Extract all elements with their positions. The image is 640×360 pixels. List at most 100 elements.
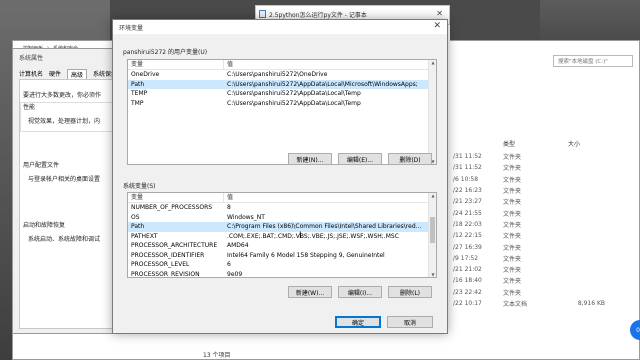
list-item[interactable]: /6 10:58 文件夹: [453, 174, 640, 185]
variable-name: TMP: [131, 99, 144, 107]
user-new-button[interactable]: 新建(N)...: [288, 153, 332, 165]
table-row[interactable]: TMP C:\Users\panshirui5272\AppData\Local\…: [128, 99, 436, 109]
table-header: 变量 值: [128, 60, 436, 70]
variable-name: OS: [131, 213, 140, 221]
file-type: 文件夹: [503, 188, 522, 196]
list-item[interactable]: /16 18:40 文件夹: [453, 275, 640, 286]
file-type: 文本文档: [503, 301, 528, 308]
variable-value: 8: [227, 204, 231, 212]
search-input[interactable]: 搜索"本地磁盘 (C:)": [553, 55, 633, 67]
file-date: /9 17:52: [453, 254, 479, 262]
column-header-variable[interactable]: 变量: [128, 193, 224, 203]
tab-computer-name[interactable]: 计算机名: [19, 69, 43, 79]
profile-label: 用户配置文件: [23, 162, 60, 169]
tab-advanced[interactable]: 高级: [67, 69, 87, 79]
scroll-up-icon[interactable]: ▲: [429, 60, 436, 65]
table-row[interactable]: Path C:\Users\panshirui5272\AppData\Local…: [128, 79, 436, 89]
list-item[interactable]: /18 22:03 文件夹: [453, 219, 640, 230]
system-variables-label: 系统变量(S): [123, 183, 156, 190]
variable-value: AMD64: [227, 242, 249, 250]
list-item[interactable]: /9 17:52 文件夹: [453, 253, 640, 264]
performance-label: 性能: [23, 104, 36, 111]
column-header-value[interactable]: 值: [224, 193, 436, 203]
cancel-button[interactable]: 取消: [387, 316, 433, 328]
list-item[interactable]: /24 21:55 文件夹: [453, 207, 640, 218]
dialog-titlebar[interactable]: 环境变量 ✕: [113, 20, 447, 34]
system-properties-window: 系统属性 计算机名 硬件 高级 系统保护 要进行大多数更改，你必须作 性能 视觉…: [12, 48, 119, 334]
user-delete-button[interactable]: 删除(D): [388, 153, 432, 165]
table-row[interactable]: NUMBER_OF_PROCESSORS 8: [128, 203, 436, 213]
text-cursor-icon: I: [299, 231, 302, 241]
window-title: 系统属性: [19, 55, 44, 62]
list-item[interactable]: /27 16:39 文件夹: [453, 241, 640, 252]
table-row[interactable]: PROCESSOR_ARCHITECTURE AMD64: [128, 241, 436, 251]
column-header-value[interactable]: 值: [224, 60, 436, 70]
system-delete-button[interactable]: 删除(L): [388, 286, 432, 298]
list-item[interactable]: /23 22:42 文件夹: [453, 287, 640, 298]
user-edit-button[interactable]: 编辑(E)...: [338, 153, 382, 165]
file-type: 文件夹: [503, 233, 522, 241]
file-type: 文件夹: [503, 165, 522, 173]
file-type: 文件夹: [503, 154, 522, 162]
file-type: 文件夹: [503, 221, 522, 229]
file-date: /31 11:52: [453, 153, 482, 161]
file-date: /23 22:42: [453, 288, 482, 296]
list-item[interactable]: /21 21:02 文件夹: [453, 264, 640, 275]
variable-name: PATHEXT: [131, 232, 158, 240]
system-edit-button[interactable]: 编辑(I)...: [338, 286, 382, 298]
table-row[interactable]: PROCESSOR_LEVEL 6: [128, 260, 436, 270]
table-row[interactable]: TEMP C:\Users\panshirui5272\AppData\Local…: [128, 89, 436, 99]
file-type: 文件夹: [503, 244, 522, 252]
notepad-icon: [259, 10, 266, 18]
scroll-down-icon[interactable]: ▼: [429, 272, 436, 277]
list-item[interactable]: /12 22:15 文件夹: [453, 230, 640, 241]
tab-hardware[interactable]: 硬件: [49, 69, 61, 79]
column-header-size[interactable]: 大小: [568, 139, 580, 148]
list-item[interactable]: /22 10:17 文本文档 8,916 KB: [453, 298, 640, 309]
variable-value: C:\Program Files (x86)\Common Files\Inte…: [227, 223, 422, 231]
table-row[interactable]: Path C:\Program Files (x86)\Common Files\…: [128, 222, 436, 232]
table-row[interactable]: PATHEXT .COM;.EXE;.BAT;.CMD;.VBS;.VBE;.JS…: [128, 232, 436, 242]
variable-value: .COM;.EXE;.BAT;.CMD;.VBS;.VBE;.JS;.JSE;.…: [227, 232, 399, 240]
tab-panel: 要进行大多数更改，你必须作 性能 视觉效果，处理器计划，内 用户配置文件 与登录…: [19, 79, 119, 329]
table-row[interactable]: OS Windows_NT: [128, 213, 436, 223]
scrollbar[interactable]: ▲ ▼: [428, 193, 436, 277]
scrollbar[interactable]: ▲ ▼: [428, 60, 436, 164]
variable-name: Path: [131, 80, 145, 88]
performance-text: 视觉效果，处理器计划，内: [28, 118, 101, 125]
variable-name: OneDrive: [131, 71, 160, 79]
variable-value: 6: [227, 261, 231, 269]
file-type: 文件夹: [503, 278, 522, 286]
column-header-type[interactable]: 类型: [503, 139, 515, 148]
table-row[interactable]: PROCESSOR_REVISION 9e09: [128, 270, 436, 277]
table-header: 变量 值: [128, 193, 436, 203]
variable-name: PROCESSOR_IDENTIFIER: [131, 251, 205, 259]
ok-button[interactable]: 确定: [335, 316, 381, 328]
file-size: 8,916 KB: [577, 300, 605, 307]
table-row[interactable]: OneDrive C:\Users\panshirui5272\OneDrive: [128, 70, 436, 80]
close-icon[interactable]: ✕: [433, 21, 441, 31]
system-new-button[interactable]: 新建(W)...: [288, 286, 332, 298]
list-item[interactable]: /31 11:52 文件夹: [453, 162, 640, 173]
list-item[interactable]: /21 23:27 文件夹: [453, 196, 640, 207]
list-item[interactable]: /31 11:52 文件夹: [453, 151, 640, 162]
scroll-up-icon[interactable]: ▲: [429, 193, 436, 198]
notepad-title: 2.5python怎么运行py文件 - 记事本: [269, 12, 367, 19]
file-list: /31 11:52 文件夹/31 11:52 文件夹/6 10:58 文件夹/22 1…: [453, 151, 640, 309]
environment-variables-dialog: 环境变量 ✕ panshirui5272 的用户变量(U) 变量 值 OneDr…: [112, 19, 448, 334]
close-icon[interactable]: ✕: [436, 9, 443, 18]
system-variables-table[interactable]: 变量 值 NUMBER_OF_PROCESSORS 8 OS Windows_NT Pa…: [127, 192, 437, 278]
variable-name: TEMP: [131, 90, 148, 98]
file-date: /12 22:15: [453, 232, 482, 240]
scrollbar-thumb[interactable]: [430, 217, 435, 243]
file-date: /24 21:55: [453, 209, 482, 217]
variable-value: Intel64 Family 6 Model 158 Stepping 9, G…: [227, 251, 385, 259]
file-date: /18 22:03: [453, 220, 482, 228]
table-row[interactable]: PROCESSOR_IDENTIFIER Intel64 Family 6 Mod…: [128, 251, 436, 261]
user-variables-table[interactable]: 变量 值 OneDrive C:\Users\panshirui5272\OneD…: [127, 59, 437, 165]
file-type: 文件夹: [503, 199, 522, 207]
startup-text: 系统启动、系统故障和调试: [28, 236, 101, 243]
list-item[interactable]: /22 16:23 文件夹: [453, 185, 640, 196]
search-placeholder: 搜索"本地磁盘 (C:)": [558, 59, 608, 65]
column-header-variable[interactable]: 变量: [128, 60, 224, 70]
